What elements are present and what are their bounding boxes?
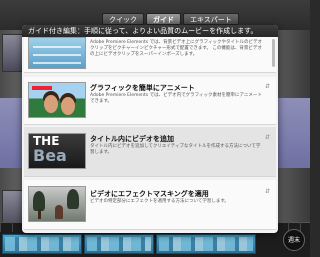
media-thumbnail[interactable] [2, 34, 24, 72]
clip-thumbnails [5, 237, 79, 251]
thumbnail-tree [38, 209, 41, 219]
item-description: Adobe Premiere Elements では、背景ビデオ上にグラフィック… [90, 40, 262, 57]
item-title: ビデオにエフェクトマスキングを適用 [90, 190, 209, 198]
timeline-clip[interactable] [156, 234, 256, 254]
tab-expert[interactable]: エキスパート [183, 13, 239, 25]
tab-guided[interactable]: ガイド [146, 13, 181, 25]
panel-header: ガイド付き編集：手順に従って、よりよい品質のムービーを作成します。 [22, 25, 278, 37]
scrollbar[interactable] [272, 39, 275, 67]
thumbnail-figure [61, 97, 75, 115]
thumbnail-person [55, 205, 63, 219]
watermark-logo: 週末 [283, 229, 305, 251]
guided-item-picture-in-picture[interactable]: Adobe Premiere Elements では、背景ビデオ上にグラフィック… [24, 37, 276, 73]
thumbnail-tree [33, 191, 45, 211]
thumbnail-title-text: Bea [33, 146, 67, 165]
thumbnail-line [33, 46, 81, 48]
effect-masking-thumbnail [28, 186, 86, 222]
guided-item-effect-masking[interactable]: ビデオにエフェクトマスキングを適用 ビデオの特定部分にエフェクトを適用する方法に… [24, 180, 276, 230]
expand-icon[interactable]: ⇵ [265, 188, 270, 195]
item-title: タイトル内にビデオを追加 [90, 135, 174, 143]
item-description: タイトル内にビデオを追加してクリエイティブなタイトルを作成する方法について学習し… [90, 144, 261, 155]
tab-quick[interactable]: クイック [102, 13, 144, 25]
thumbnail-line [33, 62, 81, 64]
animate-graphics-thumbnail [28, 82, 86, 118]
item-description: Adobe Premiere Elements では、ビデオ内でグラフィック素材… [90, 93, 262, 104]
expand-icon[interactable]: ⇵ [265, 83, 270, 90]
timeline-clip[interactable] [84, 234, 154, 254]
mode-tabs: クイック ガイド エキスパート [102, 13, 239, 25]
item-description: ビデオの特定部分にエフェクトを適用する方法について学習します。 [90, 199, 229, 204]
item-title: グラフィックを簡単にアニメート [90, 84, 195, 92]
picture-in-picture-thumbnail [28, 37, 86, 69]
guided-item-animate-graphics[interactable]: グラフィックを簡単にアニメート Adobe Premiere Elements … [24, 77, 276, 125]
clip-thumbnails [159, 237, 253, 251]
thumbnail-line [33, 54, 81, 56]
guided-item-video-in-title[interactable]: THE Bea タイトル内にビデオを追加 タイトル内にビデオを追加してクリエイテ… [24, 127, 276, 177]
thumbnail-banner [32, 86, 52, 90]
guided-edits-panel: ガイド付き編集：手順に従って、よりよい品質のムービーを作成します。 Adobe … [22, 25, 278, 233]
thumbnail-tree [67, 189, 79, 209]
video-in-title-thumbnail: THE Bea [28, 133, 86, 169]
clip-thumbnails [87, 237, 151, 251]
thumbnail-figure [44, 95, 58, 113]
expand-icon[interactable]: ⇵ [265, 134, 270, 141]
timeline-clip[interactable] [2, 234, 82, 254]
preview-monitor-right [278, 98, 310, 168]
